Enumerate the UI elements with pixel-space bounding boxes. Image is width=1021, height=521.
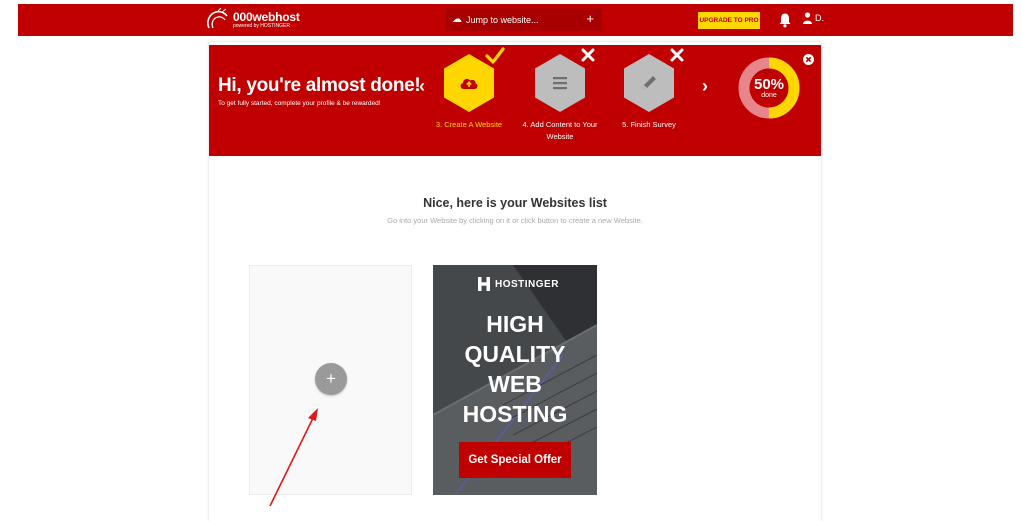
- step-add-content[interactable]: 4. Add Content to Your Website: [514, 48, 606, 143]
- checkmark-icon: [485, 47, 505, 64]
- ad-headline-line: QUALITY: [464, 341, 566, 367]
- progress-percent: 50%: [753, 76, 785, 93]
- websites-list-title: Nice, here is your Websites list: [423, 196, 607, 210]
- step-finish-survey[interactable]: 5. Finish Survey: [603, 48, 695, 131]
- get-special-offer-button[interactable]: Get Special Offer: [459, 442, 571, 478]
- jump-to-website-dropdown[interactable]: ☁ Jump to website... +: [446, 8, 602, 31]
- ad-headline-line: WEB: [488, 371, 542, 397]
- logo-tagline: powered by HOSTINGER: [233, 23, 290, 29]
- top-navbar: 000webhost powered by HOSTINGER ☁ Jump t…: [18, 4, 1013, 36]
- next-step-arrow[interactable]: ›: [702, 76, 708, 97]
- banner-title: Hi, you're almost done!: [218, 75, 421, 96]
- user-name: D.: [815, 13, 824, 23]
- user-menu[interactable]: D.: [803, 12, 824, 24]
- add-website-plus-icon[interactable]: +: [586, 11, 594, 26]
- main-card: Hi, you're almost done! To get fully sta…: [209, 42, 821, 521]
- websites-list-subtitle: Go into your Website by clicking on it o…: [387, 216, 643, 225]
- banner-subtitle: To get fully started, complete your prof…: [218, 100, 381, 107]
- close-banner-icon[interactable]: [803, 54, 814, 65]
- step-label: 4. Add Content to Your Website: [522, 120, 598, 141]
- upgrade-to-pro-button[interactable]: UPGRADE TO PRO: [698, 12, 760, 29]
- step-label: 5. Finish Survey: [622, 120, 676, 129]
- close-x-icon: [581, 48, 595, 62]
- list-icon: [553, 77, 567, 90]
- hostinger-ad-banner[interactable]: HOSTINGER HIGH QUALITY WEB HOSTING Get S…: [433, 265, 597, 495]
- logo-name: 000webhost: [233, 10, 300, 24]
- cloud-upload-icon: [460, 78, 478, 89]
- create-website-tile[interactable]: +: [249, 265, 412, 495]
- progress-text: 50% done: [737, 77, 801, 99]
- hostinger-logo-icon: [478, 277, 490, 291]
- cloud-icon: ☁: [452, 14, 462, 25]
- notifications-bell-icon[interactable]: [778, 12, 792, 28]
- ad-brand-name: HOSTINGER: [495, 278, 559, 290]
- progress-done-label: done: [761, 92, 777, 99]
- ad-headline-line: HIGH: [486, 311, 544, 337]
- add-website-button[interactable]: +: [315, 363, 347, 395]
- close-x-icon: [670, 48, 684, 62]
- jump-to-website-label: Jump to website...: [466, 14, 539, 25]
- user-icon: [803, 12, 812, 24]
- step-label: 3. Create A Website: [435, 120, 503, 129]
- onboarding-progress-banner: Hi, you're almost done! To get fully sta…: [209, 45, 821, 156]
- ad-headline-line: HOSTING: [462, 401, 568, 427]
- ad-brand: HOSTINGER: [478, 277, 559, 291]
- step-create-website[interactable]: 3. Create A Website: [423, 47, 515, 131]
- pencil-icon: [643, 76, 656, 89]
- ad-headline: HIGH QUALITY WEB HOSTING: [433, 309, 597, 429]
- logo-swirl-icon: [207, 8, 228, 29]
- logo[interactable]: 000webhost powered by HOSTINGER: [204, 8, 300, 32]
